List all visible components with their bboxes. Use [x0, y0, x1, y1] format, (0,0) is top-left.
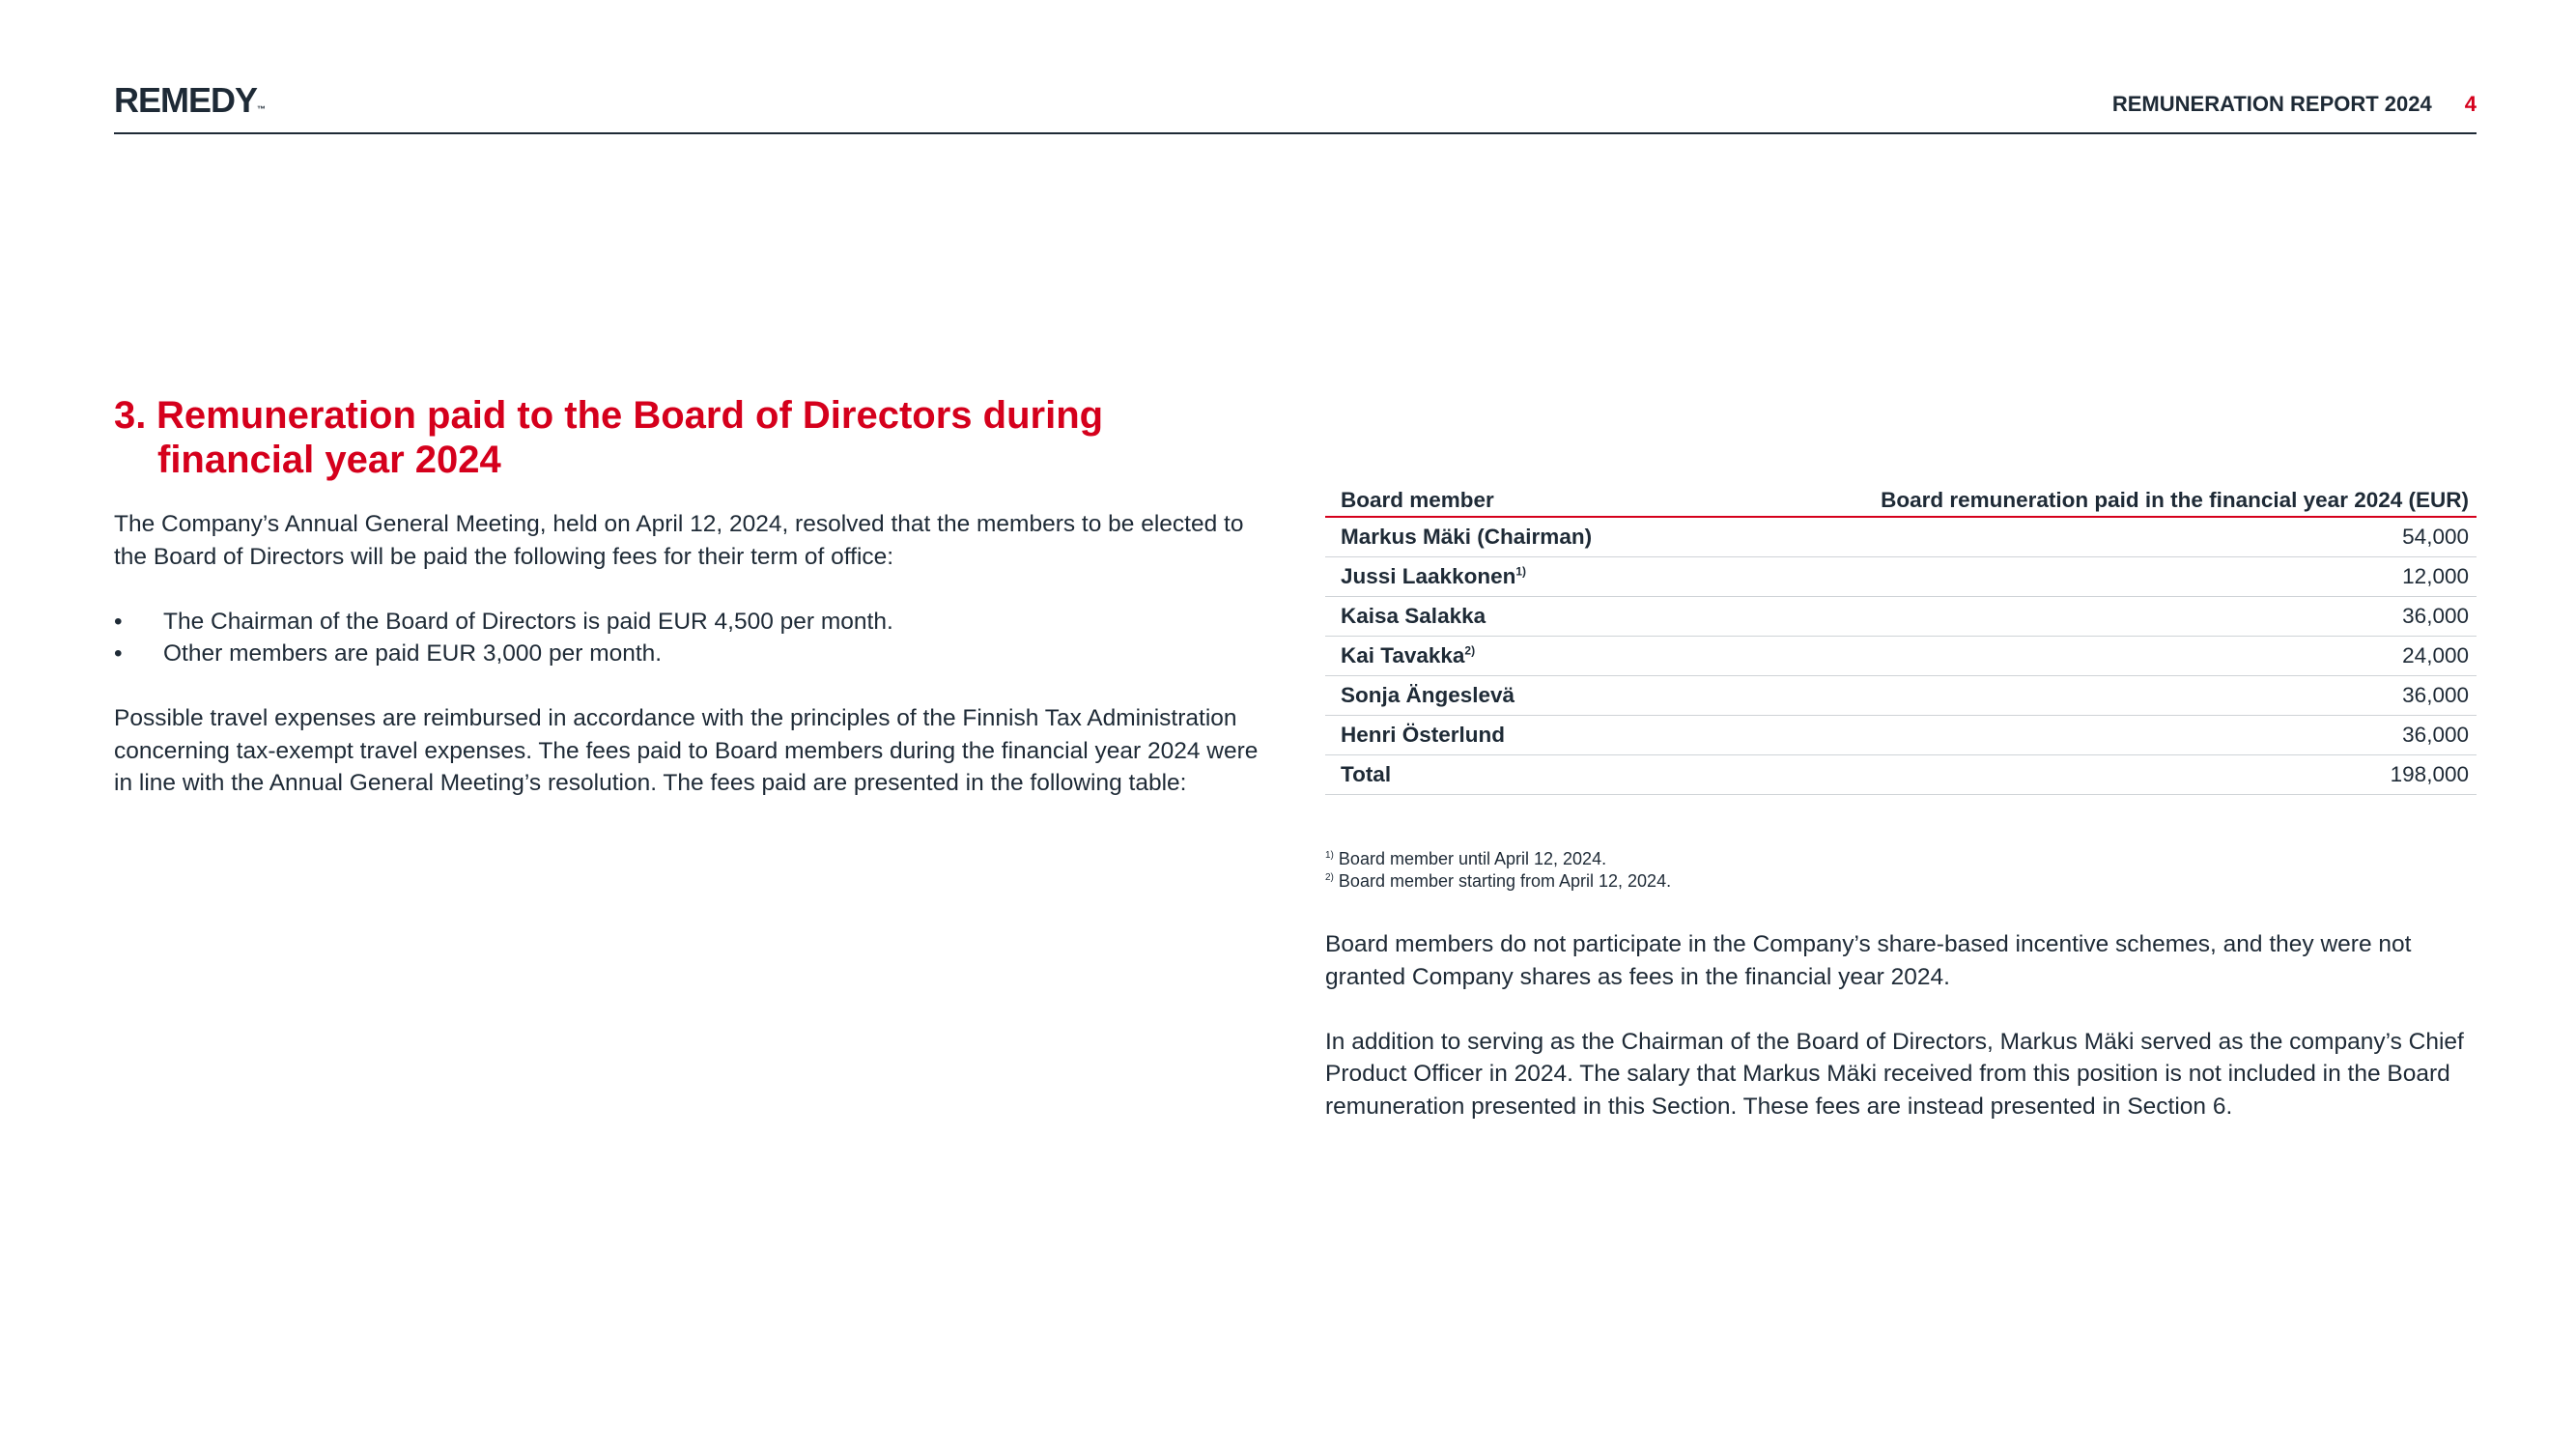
total-value: 198,000	[1682, 754, 2477, 795]
travel-expenses-paragraph: Possible travel expenses are reimbursed …	[114, 705, 1259, 796]
footnote-ref: 2)	[1464, 643, 1476, 658]
remuneration-value: 54,000	[1682, 517, 2477, 557]
table-row: Kai Tavakka2) 24,000	[1325, 636, 2477, 676]
board-member-name: Henri Österlund	[1325, 715, 1683, 755]
list-item-text: The Chairman of the Board of Directors i…	[163, 608, 893, 635]
page-number: 4	[2464, 92, 2477, 116]
remuneration-value: 36,000	[1682, 715, 2477, 755]
member-name-text: Markus Mäki (Chairman)	[1341, 525, 1593, 549]
remuneration-value: 36,000	[1682, 596, 2477, 637]
board-remuneration-table: Board member Board remuneration paid in …	[1325, 485, 2477, 795]
bullet-icon: •	[114, 608, 123, 635]
remedy-logo: REMEDY™	[114, 83, 266, 118]
footnote-mark: 2)	[1325, 872, 1334, 883]
table-row: Markus Mäki (Chairman) 54,000	[1325, 517, 2477, 557]
member-name-text: Jussi Laakkonen	[1341, 564, 1516, 588]
remuneration-value: 24,000	[1682, 636, 2477, 676]
section-title-line1: Remuneration paid to the Board of Direct…	[156, 394, 1104, 437]
table-row: Sonja Ängeslevä 36,000	[1325, 675, 2477, 716]
table-row: Jussi Laakkonen1) 12,000	[1325, 556, 2477, 597]
footnote-ref: 1)	[1515, 564, 1527, 579]
total-label: Total	[1325, 754, 1683, 795]
member-name-text: Henri Österlund	[1341, 723, 1506, 747]
section-title-line2: financial year 2024	[157, 439, 501, 481]
footnote: 1) Board member until April 12, 2024.	[1325, 848, 1671, 870]
list-item: • Other members are paid EUR 3,000 per mo…	[114, 638, 1273, 670]
chairman-salary-paragraph: In addition to serving as the Chairman o…	[1325, 1028, 2464, 1120]
section-heading: 3. Remuneration paid to the Board of Dire…	[114, 393, 1234, 482]
remuneration-value: 36,000	[1682, 675, 2477, 716]
board-member-name: Markus Mäki (Chairman)	[1325, 517, 1683, 557]
section-number: 3.	[114, 394, 147, 437]
report-title: REMUNERATION REPORT 2024	[2111, 92, 2432, 116]
footnote: 2) Board member starting from April 12, …	[1325, 870, 1671, 893]
trademark-mark: ™	[257, 104, 267, 114]
table-header-row: Board member Board remuneration paid in …	[1325, 485, 2477, 518]
header-divider	[114, 132, 2477, 134]
list-item-text: Other members are paid EUR 3,000 per mon…	[163, 640, 663, 667]
section-body: The Company’s Annual General Meeting, he…	[114, 508, 1273, 800]
board-member-name: Sonja Ängeslevä	[1325, 675, 1683, 716]
page-header: REMUNERATION REPORT 2024 4	[2112, 94, 2477, 115]
footnote-mark: 1)	[1325, 850, 1334, 861]
board-member-name: Kai Tavakka2)	[1325, 636, 1683, 676]
board-member-name: Kaisa Salakka	[1325, 596, 1683, 637]
member-name-text: Sonja Ängeslevä	[1341, 683, 1515, 707]
intro-paragraph: The Company’s Annual General Meeting, he…	[114, 511, 1244, 570]
total-label-text: Total	[1341, 762, 1392, 786]
footnote-text: Board member starting from April 12, 202…	[1338, 871, 1672, 891]
right-column-body: Board members do not participate in the …	[1325, 928, 2477, 1122]
table-total-row: Total 198,000	[1325, 754, 2477, 795]
column-header-board-member: Board member	[1325, 485, 1683, 518]
table-row: Kaisa Salakka 36,000	[1325, 596, 2477, 637]
fee-list: • The Chairman of the Board of Directors …	[114, 606, 1273, 670]
member-name-text: Kai Tavakka	[1341, 643, 1465, 668]
list-item: • The Chairman of the Board of Directors …	[114, 606, 1273, 639]
table-footnotes: 1) Board member until April 12, 2024. 2)…	[1325, 848, 1671, 893]
board-member-name: Jussi Laakkonen1)	[1325, 556, 1683, 597]
member-name-text: Kaisa Salakka	[1341, 604, 1486, 628]
table-row: Henri Österlund 36,000	[1325, 715, 2477, 755]
logo-text: REMEDY	[114, 80, 258, 120]
remuneration-value: 12,000	[1682, 556, 2477, 597]
column-header-remuneration: Board remuneration paid in the financial…	[1682, 485, 2477, 518]
footnote-text: Board member until April 12, 2024.	[1338, 849, 1607, 868]
incentive-paragraph: Board members do not participate in the …	[1325, 931, 2412, 990]
bullet-icon: •	[114, 640, 123, 667]
